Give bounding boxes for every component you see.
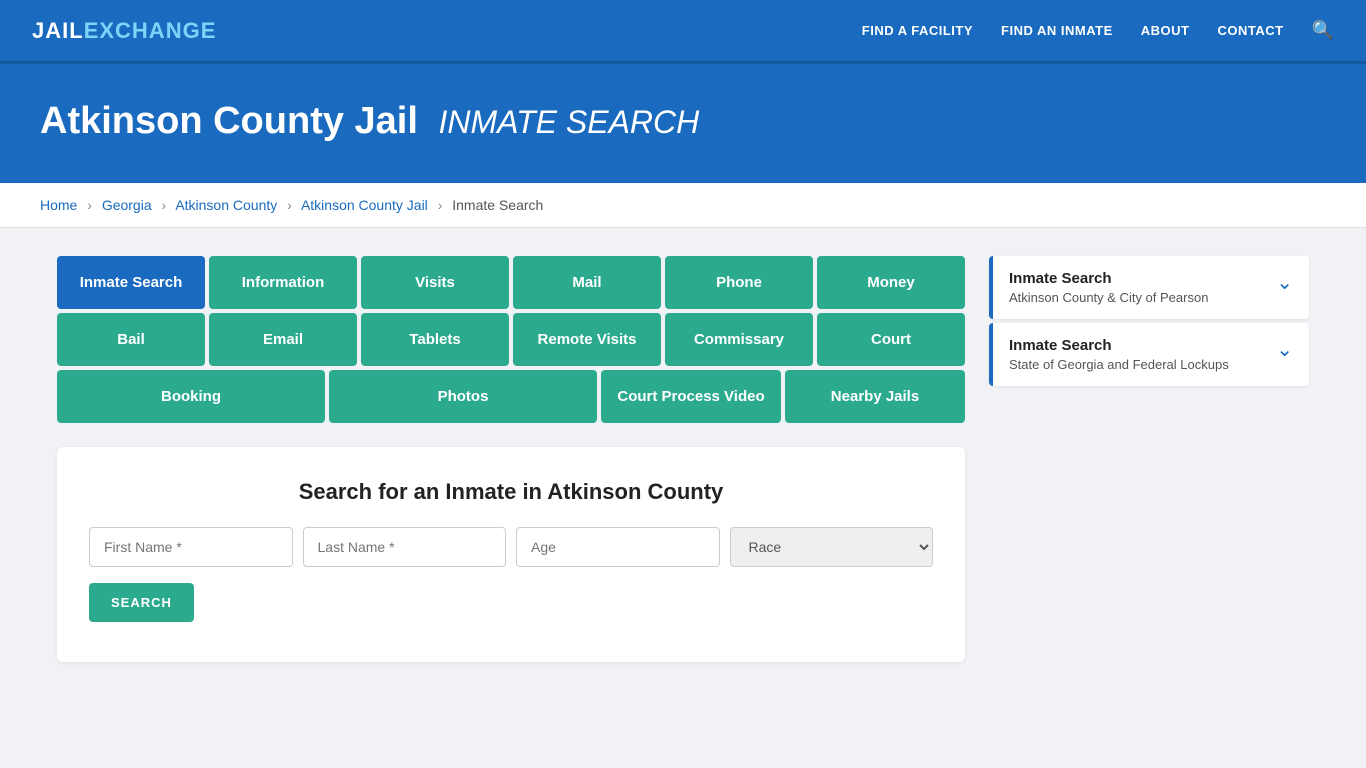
sidebar-card-atkinson-title: Inmate Search xyxy=(1009,270,1208,287)
tab-nearby-jails[interactable]: Nearby Jails xyxy=(785,370,965,423)
tab-photos[interactable]: Photos xyxy=(329,370,597,423)
tab-inmate-search[interactable]: Inmate Search xyxy=(57,256,205,309)
race-select[interactable]: Race White Black Hispanic Asian Other xyxy=(730,527,934,567)
nav-links: FIND A FACILITY FIND AN INMATE ABOUT CON… xyxy=(862,20,1334,41)
logo-jail: JAIL xyxy=(32,18,84,43)
sidebar-card-atkinson-text: Inmate Search Atkinson County & City of … xyxy=(1009,270,1208,305)
sidebar-card-atkinson-subtitle: Atkinson County & City of Pearson xyxy=(1009,290,1208,305)
nav-find-inmate[interactable]: FIND AN INMATE xyxy=(1001,23,1113,38)
sep1: › xyxy=(87,197,92,213)
tab-information[interactable]: Information xyxy=(209,256,357,309)
sidebar-card-atkinson: Inmate Search Atkinson County & City of … xyxy=(989,256,1309,319)
tab-mail[interactable]: Mail xyxy=(513,256,661,309)
search-box: Search for an Inmate in Atkinson County … xyxy=(57,447,965,662)
search-icon[interactable]: 🔍 xyxy=(1312,20,1334,41)
sidebar-card-georgia-header[interactable]: Inmate Search State of Georgia and Feder… xyxy=(989,323,1309,386)
breadcrumb-atkinson-county-jail[interactable]: Atkinson County Jail xyxy=(301,197,428,213)
sidebar-card-georgia: Inmate Search State of Georgia and Feder… xyxy=(989,323,1309,386)
nav-find-facility[interactable]: FIND A FACILITY xyxy=(862,23,973,38)
navbar: JAILEXCHANGE FIND A FACILITY FIND AN INM… xyxy=(0,0,1366,64)
nav-contact[interactable]: CONTACT xyxy=(1217,23,1283,38)
tab-remote-visits[interactable]: Remote Visits xyxy=(513,313,661,366)
left-column: Inmate Search Information Visits Mail Ph… xyxy=(57,256,965,662)
tab-money[interactable]: Money xyxy=(817,256,965,309)
tabs-grid: Inmate Search Information Visits Mail Ph… xyxy=(57,256,965,423)
tab-commissary[interactable]: Commissary xyxy=(665,313,813,366)
sep4: › xyxy=(438,197,443,213)
search-title: Search for an Inmate in Atkinson County xyxy=(89,479,933,505)
breadcrumb-home[interactable]: Home xyxy=(40,197,77,213)
age-input[interactable] xyxy=(516,527,720,567)
tab-phone[interactable]: Phone xyxy=(665,256,813,309)
breadcrumb: Home › Georgia › Atkinson County › Atkin… xyxy=(0,183,1366,228)
hero-section: Atkinson County Jail INMATE SEARCH xyxy=(0,64,1366,183)
tab-visits[interactable]: Visits xyxy=(361,256,509,309)
sidebar-card-georgia-subtitle: State of Georgia and Federal Lockups xyxy=(1009,357,1229,372)
breadcrumb-inmate-search: Inmate Search xyxy=(452,197,543,213)
search-button[interactable]: SEARCH xyxy=(89,583,194,622)
chevron-down-icon-2: ⌄ xyxy=(1276,337,1293,362)
tab-court[interactable]: Court xyxy=(817,313,965,366)
right-column: Inmate Search Atkinson County & City of … xyxy=(989,256,1309,662)
page-title: Atkinson County Jail INMATE SEARCH xyxy=(40,100,1326,143)
sep2: › xyxy=(162,197,167,213)
sep3: › xyxy=(287,197,292,213)
chevron-down-icon: ⌄ xyxy=(1276,270,1293,295)
page-title-main: Atkinson County Jail xyxy=(40,100,418,142)
tab-email[interactable]: Email xyxy=(209,313,357,366)
site-logo[interactable]: JAILEXCHANGE xyxy=(32,18,216,44)
main-content: Inmate Search Information Visits Mail Ph… xyxy=(33,228,1333,690)
last-name-input[interactable] xyxy=(303,527,507,567)
tab-bail[interactable]: Bail xyxy=(57,313,205,366)
tab-tablets[interactable]: Tablets xyxy=(361,313,509,366)
first-name-input[interactable] xyxy=(89,527,293,567)
sidebar-card-georgia-text: Inmate Search State of Georgia and Feder… xyxy=(1009,337,1229,372)
sidebar-card-georgia-title: Inmate Search xyxy=(1009,337,1229,354)
tab-booking[interactable]: Booking xyxy=(57,370,325,423)
breadcrumb-georgia[interactable]: Georgia xyxy=(102,197,152,213)
search-fields: Race White Black Hispanic Asian Other xyxy=(89,527,933,567)
nav-about[interactable]: ABOUT xyxy=(1141,23,1190,38)
tab-court-process-video[interactable]: Court Process Video xyxy=(601,370,781,423)
page-title-sub: INMATE SEARCH xyxy=(438,104,699,140)
logo-exchange: EXCHANGE xyxy=(84,18,217,43)
sidebar-card-atkinson-header[interactable]: Inmate Search Atkinson County & City of … xyxy=(989,256,1309,319)
breadcrumb-atkinson-county[interactable]: Atkinson County xyxy=(175,197,277,213)
